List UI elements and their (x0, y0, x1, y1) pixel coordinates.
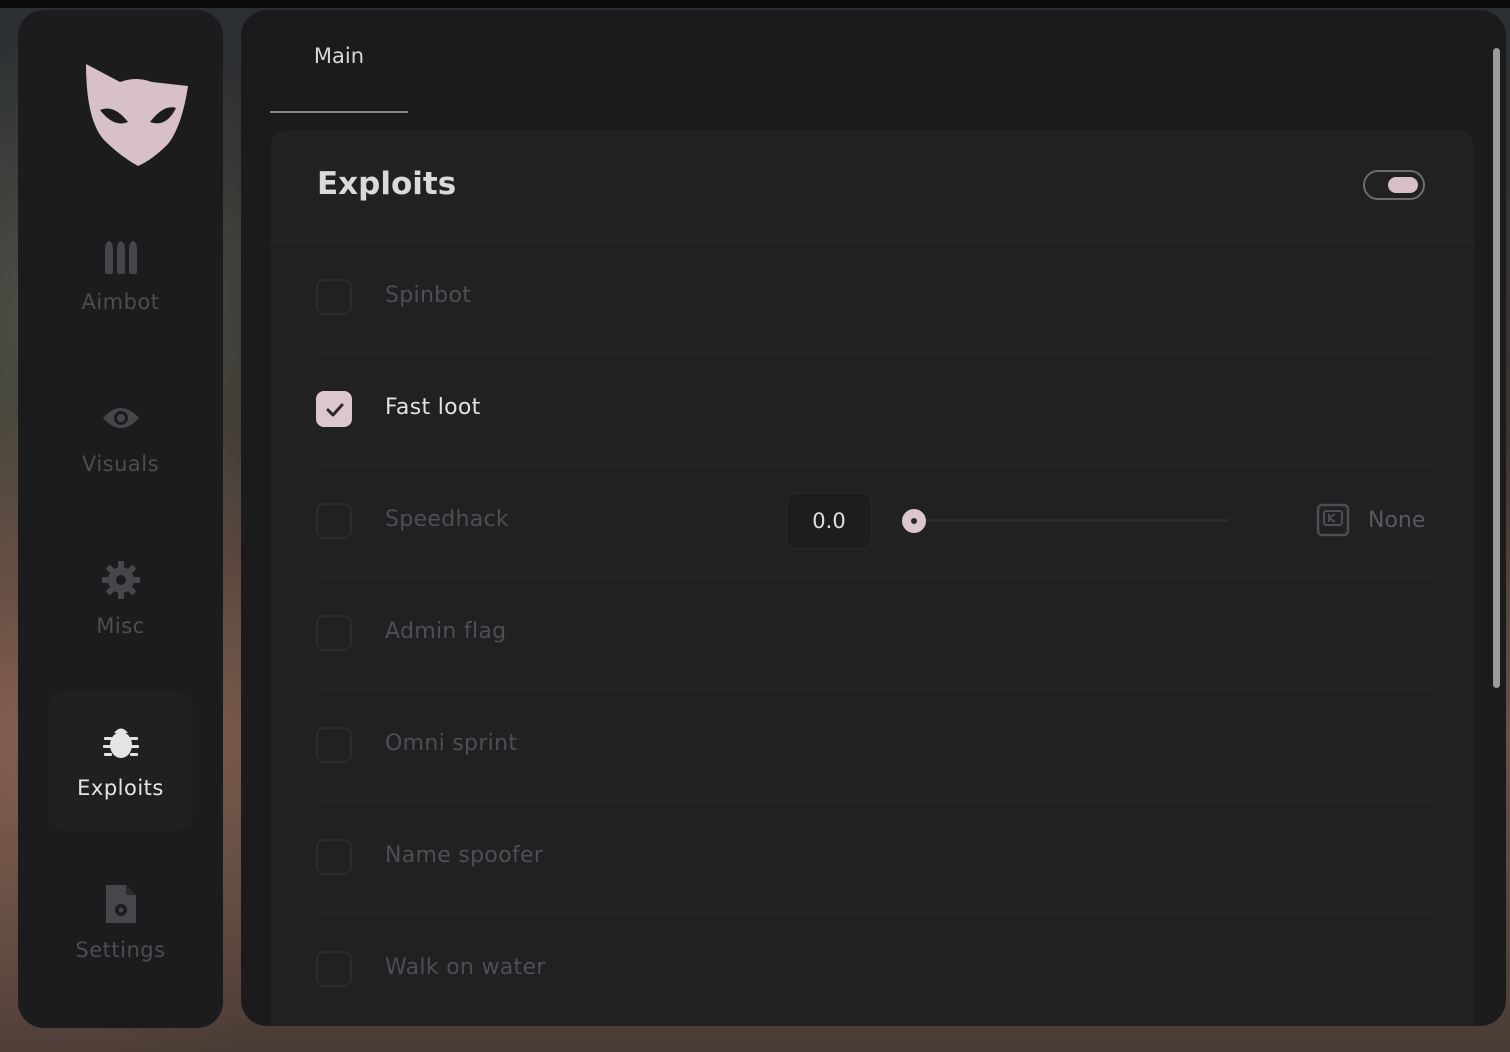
option-row-walk-on-water: Walk on water (316, 914, 1431, 1026)
tab-main-underline (270, 111, 408, 113)
option-label: Spinbot (385, 283, 472, 308)
name-spoofer-checkbox[interactable] (316, 839, 352, 875)
sidebar-item-exploits[interactable]: Exploits (48, 691, 193, 831)
sidebar-item-label: Aimbot (81, 290, 160, 314)
sidebar-item-label: Misc (96, 614, 145, 638)
tab-main[interactable]: Main (270, 44, 408, 114)
option-label: Omni sprint (385, 731, 518, 756)
sidebar-item-visuals[interactable]: Visuals (48, 367, 193, 507)
sidebar-item-label: Visuals (81, 452, 160, 476)
eye-icon (101, 398, 141, 438)
main-panel: Main Exploits Spinbot Fast loot Speedhac… (241, 10, 1506, 1026)
option-row-omni-sprint: Omni sprint (316, 690, 1431, 802)
cat-logo-icon (80, 56, 192, 168)
window-top-strip (0, 0, 1510, 8)
sidebar-item-settings[interactable]: Settings (48, 853, 193, 993)
admin-flag-checkbox[interactable] (316, 615, 352, 651)
sidebar: Aimbot Visuals Misc Exploits Settings (18, 10, 223, 1028)
exploits-card: Exploits Spinbot Fast loot Speedhack 0.0 (271, 130, 1474, 1026)
speedhack-keybind[interactable]: None (1316, 500, 1425, 540)
file-gear-icon (101, 884, 141, 924)
option-row-fast-loot: Fast loot (316, 354, 1431, 466)
sidebar-item-misc[interactable]: Misc (48, 529, 193, 669)
option-label: Speedhack (385, 507, 509, 532)
sidebar-item-label: Exploits (77, 776, 164, 800)
option-row-speedhack: Speedhack 0.0 None (316, 466, 1431, 578)
option-label: Name spoofer (385, 843, 544, 868)
section-title: Exploits (317, 166, 457, 202)
option-label: Fast loot (385, 395, 481, 420)
option-row-name-spoofer: Name spoofer (316, 802, 1431, 914)
scrollbar[interactable] (1493, 48, 1500, 688)
walk-on-water-checkbox[interactable] (316, 951, 352, 987)
gear-icon (101, 560, 141, 600)
keybind-label: None (1368, 507, 1426, 533)
speedhack-slider-thumb[interactable] (902, 509, 926, 533)
checkmark-icon (326, 403, 344, 417)
speedhack-checkbox[interactable] (316, 503, 352, 539)
option-row-spinbot: Spinbot (316, 242, 1431, 354)
sidebar-item-aimbot[interactable]: Aimbot (48, 205, 193, 345)
option-label: Walk on water (385, 955, 546, 980)
speedhack-slider-track[interactable] (913, 519, 1229, 522)
bullets-icon (101, 236, 141, 276)
fast-loot-checkbox[interactable] (316, 391, 352, 427)
sidebar-item-label: Settings (75, 938, 166, 962)
omni-sprint-checkbox[interactable] (316, 727, 352, 763)
section-enable-toggle[interactable] (1363, 170, 1425, 200)
option-row-admin-flag: Admin flag (316, 578, 1431, 690)
speedhack-value-input[interactable]: 0.0 (786, 493, 872, 549)
keyboard-key-icon (1316, 503, 1350, 537)
bug-icon (101, 722, 141, 762)
spinbot-checkbox[interactable] (316, 279, 352, 315)
option-label: Admin flag (385, 619, 507, 644)
toggle-knob (1388, 177, 1418, 193)
